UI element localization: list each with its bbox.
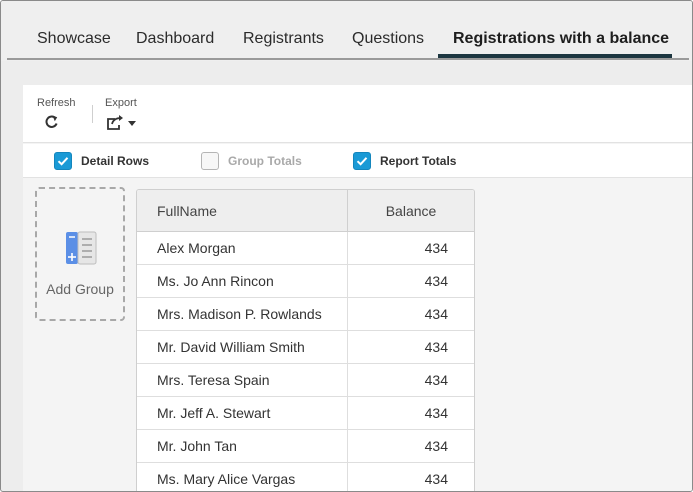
cell-fullname: Mr. Jeff A. Stewart [137, 397, 348, 429]
tab-showcase[interactable]: Showcase [37, 30, 111, 48]
detail-rows-toggle[interactable]: Detail Rows [54, 152, 149, 170]
report-totals-label: Report Totals [380, 154, 457, 168]
report-window: Showcase Dashboard Registrants Questions… [0, 0, 693, 492]
cell-fullname: Alex Morgan [137, 232, 348, 264]
table-row: Mr. David William Smith 434 [137, 331, 474, 364]
table-row: Mr. John Tan 434 [137, 430, 474, 463]
tab-bar: Showcase Dashboard Registrants Questions… [1, 1, 692, 61]
cell-fullname: Ms. Mary Alice Vargas [137, 463, 348, 491]
export-button[interactable]: Export [105, 97, 145, 131]
cell-fullname: Mr. John Tan [137, 430, 348, 462]
export-icon [105, 113, 145, 131]
tab-bar-divider [7, 58, 689, 60]
cell-balance: 434 [424, 405, 448, 421]
tab-dashboard[interactable]: Dashboard [136, 30, 214, 48]
add-group-icon [64, 231, 100, 272]
export-label: Export [105, 97, 137, 109]
cell-balance: 434 [424, 471, 448, 487]
cell-fullname: Mr. David William Smith [137, 331, 348, 363]
group-totals-checkbox[interactable] [201, 152, 219, 170]
table-row: Mr. Jeff A. Stewart 434 [137, 397, 474, 430]
refresh-button[interactable]: Refresh [37, 97, 77, 131]
cell-fullname: Mrs. Madison P. Rowlands [137, 298, 348, 330]
table-row: Mrs. Teresa Spain 434 [137, 364, 474, 397]
report-totals-toggle[interactable]: Report Totals [353, 152, 456, 170]
tab-registrants[interactable]: Registrants [243, 30, 324, 48]
options-bar: Detail Rows Group Totals Report Totals [23, 144, 692, 178]
table-row: Ms. Jo Ann Rincon 434 [137, 265, 474, 298]
chevron-down-icon [128, 121, 136, 126]
group-totals-toggle[interactable]: Group Totals [201, 152, 302, 170]
column-header-balance[interactable]: Balance [348, 190, 474, 231]
refresh-icon [37, 113, 77, 131]
cell-balance: 434 [424, 306, 448, 322]
table-row: Ms. Mary Alice Vargas 434 [137, 463, 474, 491]
column-header-fullname[interactable]: FullName [137, 190, 348, 231]
detail-rows-label: Detail Rows [81, 154, 150, 168]
report-table: FullName Balance Alex Morgan 434 Ms. Jo … [136, 189, 475, 491]
add-group-button[interactable]: Add Group [35, 187, 125, 321]
cell-balance: 434 [424, 273, 448, 289]
tab-questions[interactable]: Questions [352, 30, 424, 48]
report-totals-checkbox[interactable] [353, 152, 371, 170]
group-totals-label: Group Totals [228, 154, 302, 168]
cell-fullname: Mrs. Teresa Spain [137, 364, 348, 396]
detail-rows-checkbox[interactable] [54, 152, 72, 170]
report-toolbar: Refresh Export [23, 85, 692, 143]
toolbar-separator [92, 105, 93, 123]
table-row: Mrs. Madison P. Rowlands 434 [137, 298, 474, 331]
table-row: Alex Morgan 434 [137, 232, 474, 265]
cell-balance: 434 [424, 240, 448, 256]
cell-balance: 434 [424, 372, 448, 388]
table-header: FullName Balance [137, 190, 474, 232]
tab-registrations-with-a-balance[interactable]: Registrations with a balance [453, 30, 669, 48]
cell-balance: 434 [424, 438, 448, 454]
add-group-label: Add Group [46, 281, 114, 297]
refresh-label: Refresh [37, 97, 76, 109]
cell-fullname: Ms. Jo Ann Rincon [137, 265, 348, 297]
cell-balance: 434 [424, 339, 448, 355]
